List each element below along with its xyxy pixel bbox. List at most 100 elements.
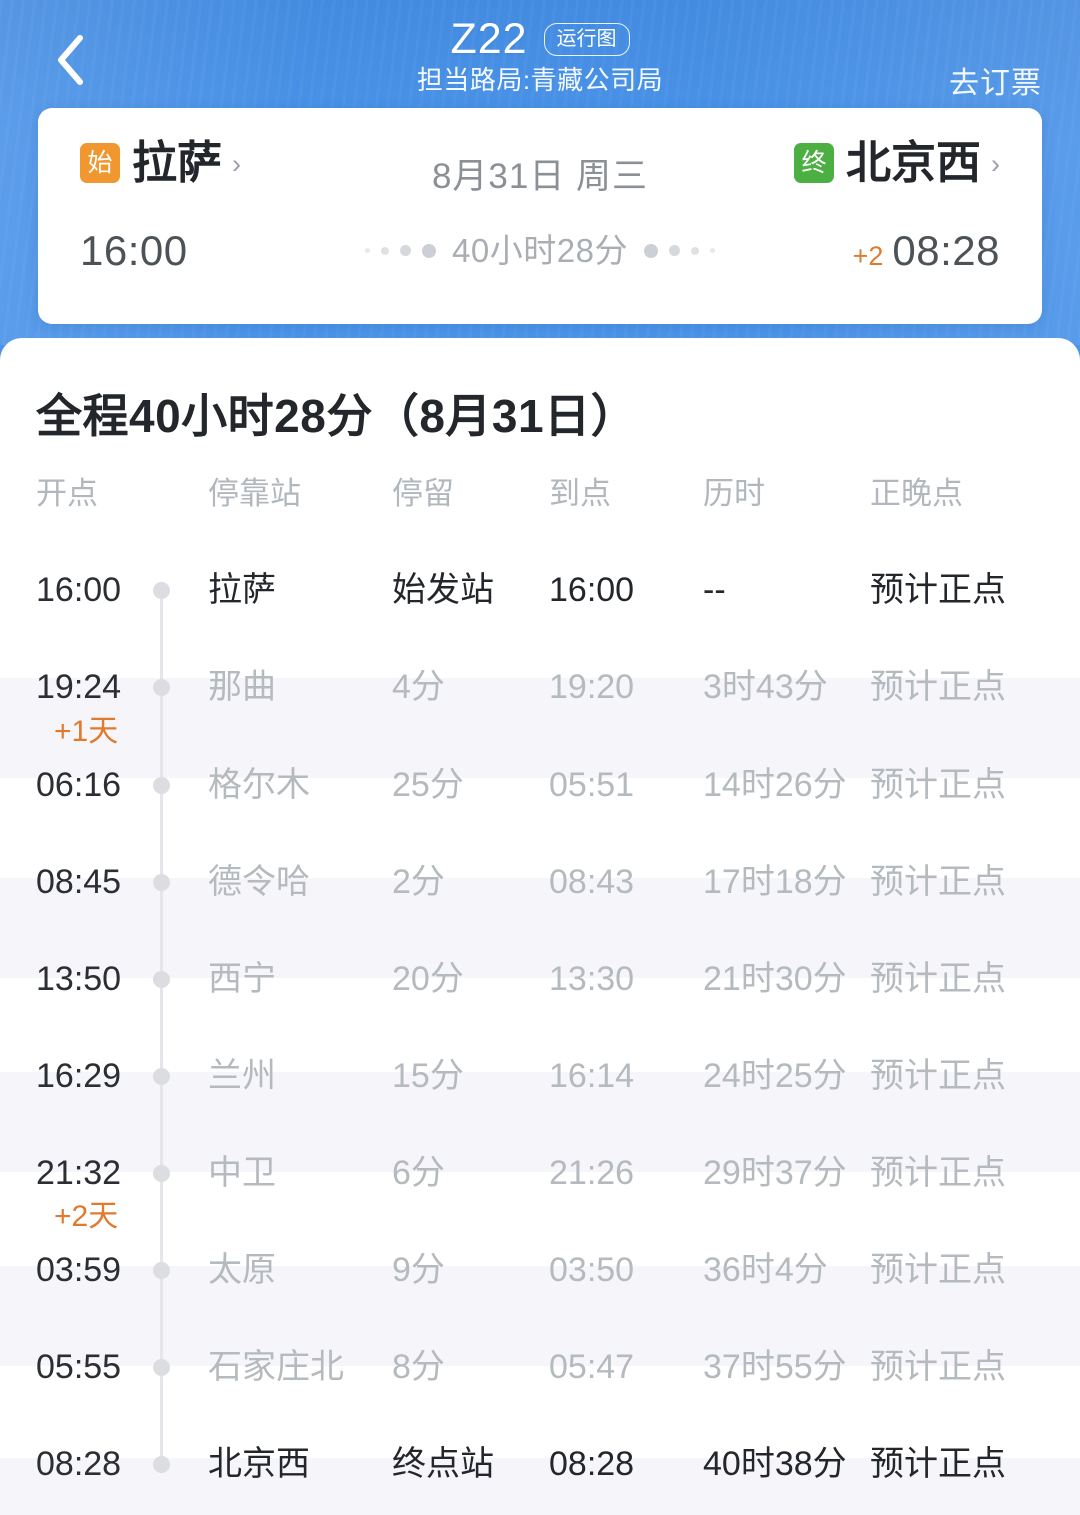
cell-sta: 预计正点 (870, 960, 1006, 998)
progress-dot (668, 245, 680, 256)
cell-dep: 05:55 (36, 1348, 122, 1386)
cell-stn: 兰州 (208, 1057, 276, 1095)
cell-dur: 37时55分 (703, 1348, 847, 1386)
progress-dot (365, 248, 371, 253)
cell-stn: 石家庄北 (208, 1348, 344, 1386)
cell-arr: 19:20 (549, 668, 635, 706)
cell-dep: 21:32 (36, 1154, 122, 1192)
cell-stp: 终点站 (392, 1445, 494, 1483)
progress-dot (400, 245, 412, 256)
cell-dep: 08:28 (36, 1445, 122, 1483)
table-row[interactable]: 21:32 中卫 6分 21:26 29时37分 预计正点 (0, 1143, 1080, 1203)
cell-dur: 40时38分 (703, 1445, 847, 1483)
cell-arr: 16:14 (549, 1057, 635, 1095)
chevron-right-icon: › (991, 149, 1000, 179)
cell-dep: 06:16 (36, 766, 122, 804)
cell-dep: 03:59 (36, 1251, 122, 1289)
cell-stp: 15分 (392, 1057, 464, 1095)
destination-station-group[interactable]: 终 北京西 › (793, 137, 1000, 188)
cell-stp: 6分 (392, 1154, 445, 1192)
cell-stn: 那曲 (208, 668, 276, 706)
top-bar: Z22 运行图 担当路局:青藏公司局 去订票 (0, 0, 1080, 120)
table-row[interactable]: 16:00 拉萨 始发站 16:00 -- 预计正点 (0, 560, 1080, 620)
summary-times-row: 16:00 40小时28分 +2 08:28 (38, 230, 1042, 288)
cell-dur: 3时43分 (703, 668, 828, 706)
cell-arr: 05:47 (549, 1348, 635, 1386)
cell-sta: 预计正点 (870, 863, 1006, 901)
sheet-title: 全程40小时28分（8月31日） (36, 390, 638, 442)
column-header-stat: 正晚点 (870, 476, 963, 511)
table-row[interactable]: 06:16 格尔木 25分 05:51 14时26分 预计正点 (0, 755, 1080, 815)
cell-stn: 格尔木 (208, 766, 310, 804)
cell-dur: 14时26分 (703, 766, 847, 804)
cell-sta: 预计正点 (870, 1348, 1006, 1386)
table-body: 16:00 拉萨 始发站 16:00 -- 预计正点 19:24 那曲 4分 19:20 3时43分… (0, 560, 1080, 1515)
day-offset-marker: +2天 (54, 1200, 119, 1233)
cell-arr: 08:28 (549, 1445, 635, 1483)
cell-sta: 预计正点 (870, 1057, 1006, 1095)
progress-dot (690, 246, 699, 255)
cell-dur: 36时4分 (703, 1251, 828, 1289)
column-header-stn: 停靠站 (208, 476, 301, 511)
cell-arr: 03:50 (549, 1251, 635, 1289)
cell-stp: 2分 (392, 863, 445, 901)
timeline-line (160, 590, 163, 1464)
table-row[interactable]: 16:29 兰州 15分 16:14 24时25分 预计正点 (0, 1046, 1080, 1106)
column-header-stop: 停留 (392, 476, 454, 511)
cell-stp: 始发站 (392, 571, 494, 609)
cell-dep: 16:00 (36, 571, 122, 609)
table-row[interactable]: 08:28 北京西 终点站 08:28 40时38分 预计正点 (0, 1434, 1080, 1494)
train-number: Z22 (450, 14, 528, 63)
cell-dur: 24时25分 (703, 1057, 847, 1095)
summary-stations-row: 始 拉萨 › 8月31日 周三 终 北京西 › (38, 140, 1042, 202)
cell-dep: 19:24 (36, 668, 122, 706)
cell-stn: 太原 (208, 1251, 276, 1289)
progress-dot (381, 246, 390, 255)
cell-dep: 08:45 (36, 863, 122, 901)
destination-station-name: 北京西 (845, 137, 981, 188)
column-header-arr: 到点 (549, 476, 611, 511)
title-line: Z22 运行图 (0, 0, 1080, 62)
cell-stn: 德令哈 (208, 863, 310, 901)
cell-arr: 21:26 (549, 1154, 635, 1192)
column-header-dep: 开点 (36, 476, 98, 511)
trip-duration: 40小时28分 (452, 232, 628, 269)
diagram-badge[interactable]: 运行图 (543, 22, 630, 56)
table-row[interactable]: 13:50 西宁 20分 13:30 21时30分 预计正点 (0, 949, 1080, 1009)
schedule-sheet: 全程40小时28分（8月31日） 开点 停靠站 停留 到点 历时 正晚点 16:00 拉萨 始… (0, 338, 1080, 1515)
day-offset-marker: +1天 (54, 715, 119, 748)
cell-sta: 预计正点 (870, 1445, 1006, 1483)
cell-stn: 拉萨 (208, 571, 276, 609)
cell-arr: 13:30 (549, 960, 635, 998)
bureau-subtitle: 担当路局:青藏公司局 (416, 65, 664, 95)
arrival-time-group: +2 08:28 (853, 230, 1000, 272)
table-row[interactable]: 08:45 德令哈 2分 08:43 17时18分 预计正点 (0, 852, 1080, 912)
cell-dur: -- (703, 571, 726, 609)
trip-summary-card: 始 拉萨 › 8月31日 周三 终 北京西 › 16:00 40小时28分 +2… (38, 108, 1042, 324)
cell-stp: 20分 (392, 960, 464, 998)
cell-arr: 16:00 (549, 571, 635, 609)
arrival-time: 08:28 (892, 227, 1000, 274)
cell-arr: 08:43 (549, 863, 635, 901)
progress-dot (422, 243, 437, 258)
table-row[interactable]: 19:24 那曲 4分 19:20 3时43分 预计正点 (0, 657, 1080, 717)
column-header-dur: 历时 (703, 476, 765, 511)
progress-dot (643, 243, 658, 258)
cell-sta: 预计正点 (870, 1154, 1006, 1192)
book-ticket-button[interactable]: 去订票 (949, 58, 1042, 102)
cell-stp: 8分 (392, 1348, 445, 1386)
progress-dot (709, 248, 715, 253)
cell-sta: 预计正点 (870, 571, 1006, 609)
table-row[interactable]: 05:55 石家庄北 8分 05:47 37时55分 预计正点 (0, 1337, 1080, 1397)
table-row[interactable]: 03:59 太原 9分 03:50 36时4分 预计正点 (0, 1240, 1080, 1300)
cell-stn: 北京西 (208, 1445, 310, 1483)
arrival-day-offset: +2 (852, 241, 884, 271)
cell-stn: 西宁 (208, 960, 276, 998)
cell-sta: 预计正点 (870, 766, 1006, 804)
cell-dep: 16:29 (36, 1057, 122, 1095)
cell-stp: 25分 (392, 766, 464, 804)
cell-stn: 中卫 (208, 1154, 276, 1192)
cell-sta: 预计正点 (870, 668, 1006, 706)
cell-dep: 13:50 (36, 960, 122, 998)
cell-stp: 9分 (392, 1251, 445, 1289)
